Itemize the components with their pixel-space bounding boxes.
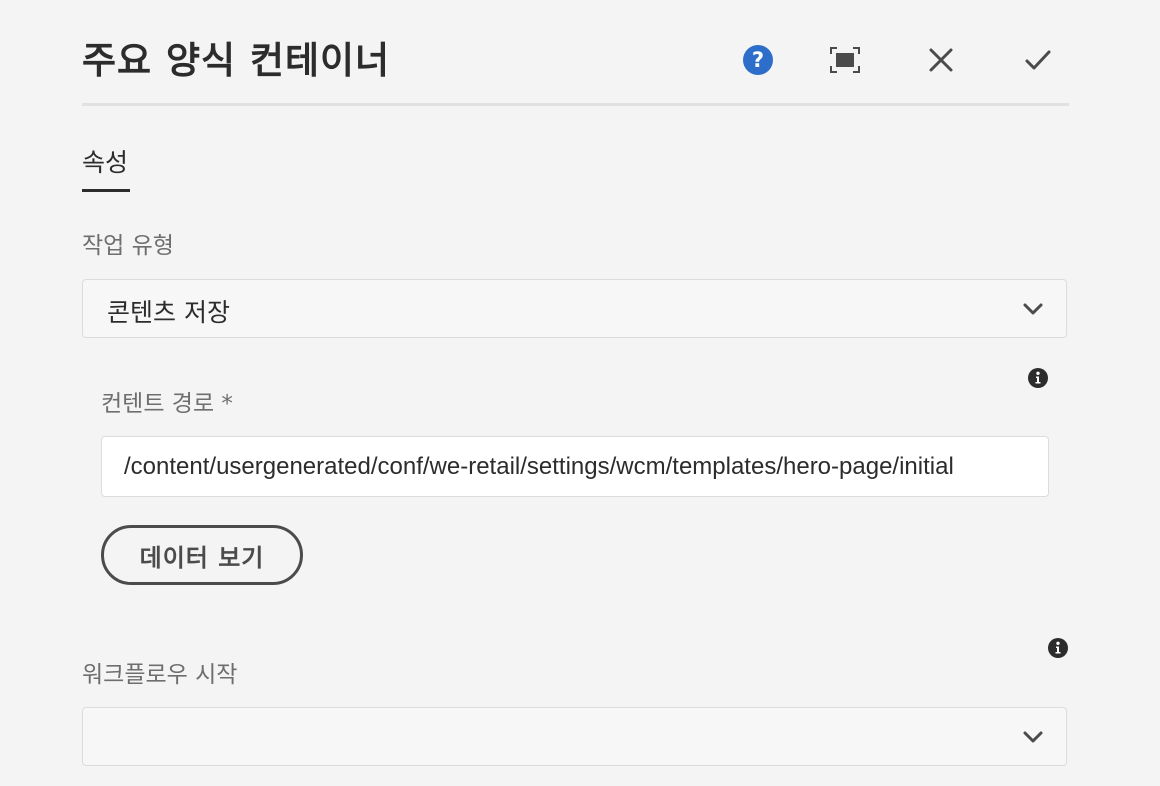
action-type-value: 콘텐츠 저장 bbox=[107, 298, 230, 327]
help-icon[interactable]: ? bbox=[738, 40, 778, 80]
action-type-label: 작업 유형 bbox=[82, 233, 174, 259]
tab-properties[interactable]: 속성 bbox=[82, 143, 128, 179]
chevron-down-icon bbox=[1023, 731, 1043, 743]
fullscreen-icon[interactable] bbox=[825, 40, 865, 80]
checkmark-icon[interactable] bbox=[1018, 40, 1058, 80]
chevron-down-icon bbox=[1023, 303, 1043, 315]
info-icon[interactable] bbox=[1048, 638, 1068, 658]
content-path-input[interactable] bbox=[101, 436, 1049, 497]
svg-text:?: ? bbox=[752, 48, 764, 72]
header-divider bbox=[82, 103, 1069, 106]
content-path-label: 컨텐트 경로 * bbox=[101, 391, 233, 417]
start-workflow-label: 워크플로우 시작 bbox=[82, 662, 238, 688]
tab-selected-indicator bbox=[82, 189, 130, 192]
start-workflow-select[interactable] bbox=[82, 707, 1067, 766]
action-type-select[interactable]: 콘텐츠 저장 bbox=[82, 279, 1067, 338]
info-icon[interactable] bbox=[1028, 368, 1048, 388]
dialog-title: 주요 양식 컨테이너 bbox=[82, 39, 391, 82]
view-data-button[interactable]: 데이터 보기 bbox=[101, 525, 303, 585]
close-icon[interactable] bbox=[921, 40, 961, 80]
